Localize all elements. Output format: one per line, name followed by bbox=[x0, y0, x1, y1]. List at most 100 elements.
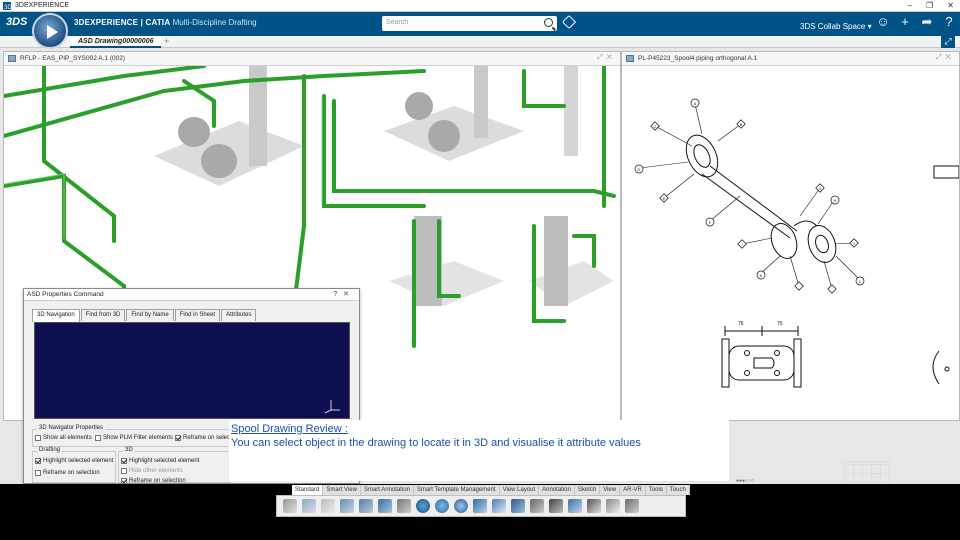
balloon-label: A bbox=[694, 101, 697, 106]
gear-icon[interactable] bbox=[378, 499, 392, 513]
dialog-tabs: 3D Navigation Find from 3D Find by Name … bbox=[32, 309, 257, 322]
action-bar-tabs: Standard Smart View Smart Annotation Sma… bbox=[292, 485, 690, 495]
tab-attributes[interactable]: Attributes bbox=[221, 309, 257, 321]
balloon-label: G bbox=[818, 186, 821, 191]
tab-find-in-sheet[interactable]: Find in Sheet bbox=[174, 309, 221, 321]
panel-3d-title: RFLP - EAS_PIP_SYS002 A.1 (002) bbox=[20, 55, 126, 62]
tutorial-caption: Spool Drawing Review : You can select ob… bbox=[229, 420, 729, 481]
product-icon bbox=[8, 55, 16, 62]
compass-tool-icon[interactable] bbox=[511, 499, 525, 513]
minimize-icon[interactable]: – bbox=[908, 0, 912, 12]
paste-icon[interactable] bbox=[321, 499, 335, 513]
sheet-icon[interactable] bbox=[625, 499, 639, 513]
expand-icon[interactable]: ⤢ bbox=[941, 35, 955, 48]
list-icon[interactable] bbox=[568, 499, 582, 513]
group-label: 3D bbox=[123, 447, 135, 453]
ds-logo: 3DS bbox=[6, 16, 28, 28]
undo-icon[interactable] bbox=[340, 499, 354, 513]
grid-icon[interactable] bbox=[587, 499, 601, 513]
render-icon[interactable] bbox=[454, 499, 468, 513]
tab-sketch[interactable]: Sketch bbox=[575, 485, 601, 495]
close-icon[interactable]: ✕ bbox=[947, 0, 954, 12]
search-icon[interactable] bbox=[544, 18, 553, 27]
drawing-icon bbox=[626, 55, 634, 62]
checkbox-show-plm[interactable]: Show PLM Filter elements bbox=[95, 435, 173, 441]
axis-triad-icon bbox=[324, 400, 340, 414]
dialog-controls[interactable]: ?✕ bbox=[333, 290, 355, 298]
frame-icon[interactable] bbox=[606, 499, 620, 513]
checkbox-hide-others[interactable]: Hide other elements bbox=[121, 468, 183, 474]
share-icon[interactable]: ➦ bbox=[920, 15, 934, 29]
dialog-title: ASD Properties Command bbox=[27, 291, 104, 298]
tab-drawing[interactable]: ASD Drawing00000006 bbox=[70, 36, 162, 48]
pump bbox=[405, 92, 433, 120]
tab-smart-template[interactable]: Smart Template Management bbox=[414, 485, 500, 495]
tab-find-by-name[interactable]: Find by Name bbox=[126, 309, 174, 321]
pump bbox=[178, 117, 210, 147]
copy-icon[interactable] bbox=[302, 499, 316, 513]
tab-touch[interactable]: Touch bbox=[667, 485, 690, 495]
collab-space-dropdown[interactable]: 3DS Collab Space ▾ bbox=[800, 22, 872, 31]
tab-view-layout[interactable]: View Layout bbox=[500, 485, 540, 495]
action-bar bbox=[276, 495, 686, 517]
group-label: Drafting bbox=[37, 447, 63, 453]
balloon-label: K bbox=[760, 273, 763, 278]
user-icon[interactable]: ☺ bbox=[876, 15, 890, 29]
svg-text:3D: 3D bbox=[4, 5, 12, 11]
balloon-label: B bbox=[740, 122, 743, 127]
analysis-icon[interactable] bbox=[492, 499, 506, 513]
checkbox-highlight-3d[interactable]: Highlight selected element bbox=[121, 458, 199, 464]
checkbox-highlight-drafting[interactable]: Highlight selected element bbox=[35, 458, 113, 464]
update-icon[interactable] bbox=[397, 499, 411, 513]
cut-icon[interactable] bbox=[283, 499, 297, 513]
checkbox-reframe-nav[interactable]: Reframe on selec bbox=[175, 435, 230, 441]
checkbox-show-all[interactable]: Show all elements bbox=[35, 435, 92, 441]
sheet-nav-dots[interactable]: ●●●○○○ bbox=[736, 478, 754, 484]
add-tab-icon[interactable]: + bbox=[164, 36, 169, 47]
restore-icon[interactable]: ❐ bbox=[926, 0, 933, 12]
tab-3d-navigation[interactable]: 3D Navigation bbox=[32, 309, 80, 322]
column bbox=[474, 66, 488, 138]
measure-icon[interactable] bbox=[473, 499, 487, 513]
checkbox-reframe-3d[interactable]: Reframe on selection bbox=[121, 478, 186, 484]
panel-drawing[interactable]: PL-P45223_Spool4 piping orthogonal A.1 ⤢… bbox=[621, 51, 960, 421]
tab-find-from-3d[interactable]: Find from 3D bbox=[80, 309, 126, 321]
compass-icon[interactable] bbox=[32, 13, 68, 49]
document-tab-bar: ASD Drawing00000006 + bbox=[0, 36, 960, 48]
layout-icon[interactable] bbox=[530, 499, 544, 513]
3d-navigator-viewport[interactable] bbox=[34, 322, 350, 419]
bottom-black-bar bbox=[0, 517, 960, 540]
balloon-label: J bbox=[853, 241, 855, 246]
sheet-grid-control[interactable] bbox=[844, 461, 890, 483]
app-brand: 3DEXPERIENCE | CATIA Multi-Discipline Dr… bbox=[74, 18, 257, 27]
collab-space-label: 3DS Collab Space bbox=[800, 22, 866, 31]
tab-view[interactable]: View bbox=[600, 485, 621, 495]
plus-icon[interactable]: + bbox=[898, 15, 912, 29]
tab-smart-view[interactable]: Smart View bbox=[323, 485, 361, 495]
caption-heading: Spool Drawing Review : bbox=[231, 423, 348, 435]
panel-controls[interactable]: ⤢✕ bbox=[936, 54, 955, 62]
app-icon: 3D bbox=[3, 1, 12, 11]
help-icon[interactable]: ? bbox=[942, 15, 956, 29]
table-icon[interactable] bbox=[359, 499, 373, 513]
balloon-label: I bbox=[741, 242, 742, 247]
search-input[interactable]: Search bbox=[382, 16, 557, 31]
checkbox-reframe-drafting[interactable]: Reframe on selection bbox=[35, 470, 100, 476]
tab-tools[interactable]: Tools bbox=[646, 485, 667, 495]
panel-drawing-title: PL-P45223_Spool4 piping orthogonal A.1 bbox=[638, 55, 758, 62]
tab-standard[interactable]: Standard bbox=[292, 485, 324, 495]
group-3d: 3D Highlight selected element Hide other… bbox=[118, 447, 230, 484]
caption-body: You can select object in the drawing to … bbox=[231, 437, 641, 449]
brand-name: 3DEXPERIENCE | CATIA bbox=[74, 18, 171, 27]
panel-controls[interactable]: ⤢✕ bbox=[597, 54, 616, 62]
tab-annotation[interactable]: Annotation bbox=[539, 485, 575, 495]
drawing-sheet[interactable]: 76 75 A B C D E F G H I J K L bbox=[622, 66, 959, 420]
view-icon[interactable] bbox=[435, 499, 449, 513]
balloon-label: D bbox=[638, 167, 641, 172]
pump bbox=[201, 144, 237, 178]
dim-label: 75 bbox=[777, 321, 783, 327]
sphere-icon[interactable] bbox=[416, 499, 430, 513]
dimension-icon[interactable] bbox=[549, 499, 563, 513]
tab-smart-annotation[interactable]: Smart Annotation bbox=[361, 485, 414, 495]
tab-ar-vr[interactable]: AR-VR bbox=[620, 485, 646, 495]
